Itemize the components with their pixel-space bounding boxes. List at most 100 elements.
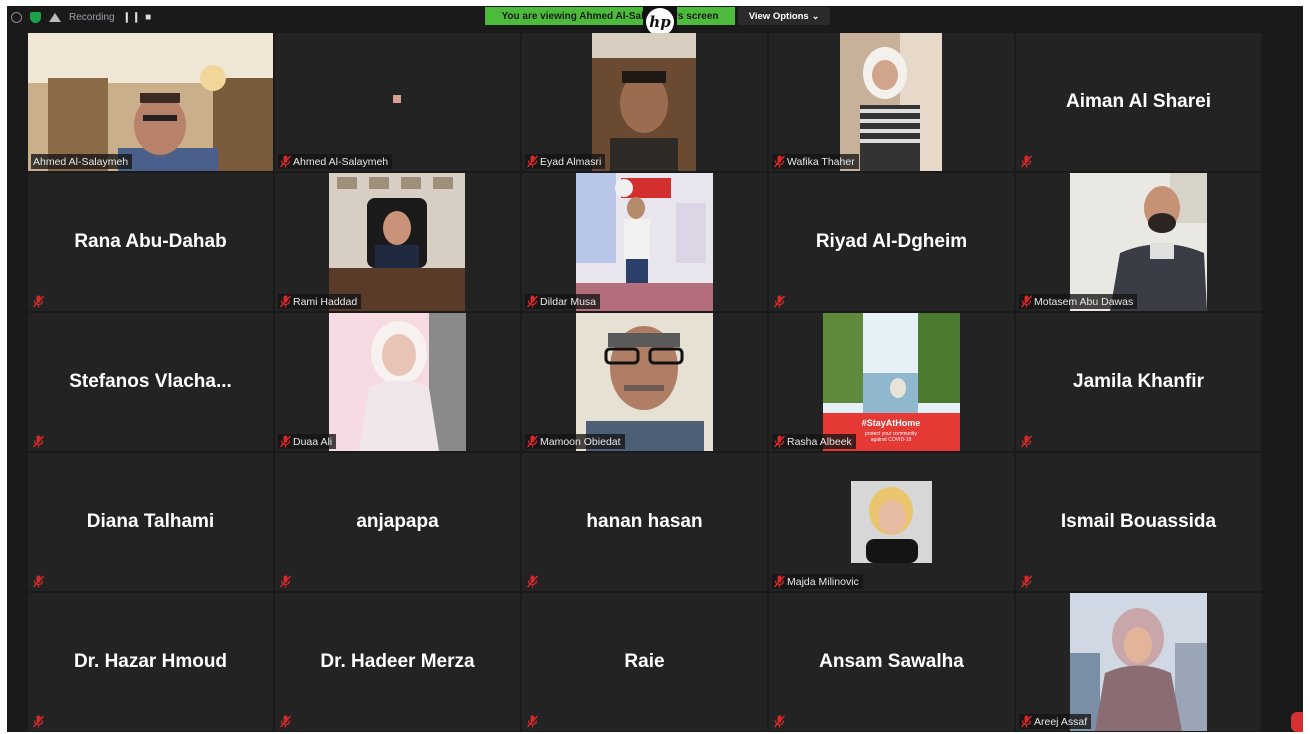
participant-name: Dildar Musa <box>540 295 597 308</box>
participant-tile[interactable]: Duaa Ali <box>275 313 520 451</box>
view-options-label: View Options <box>748 10 809 22</box>
participant-tile[interactable]: #StayAtHome protect your community against… <box>769 313 1014 451</box>
muted-mic-icon <box>279 575 292 588</box>
participant-tile[interactable]: Areej Assaf <box>1016 593 1261 731</box>
participant-name: Motasem Abu Dawas <box>1034 295 1134 308</box>
muted-mic-icon <box>1021 715 1032 728</box>
participant-tile[interactable]: anjapapa <box>275 453 520 591</box>
muted-mic-icon <box>32 715 45 728</box>
muted-mic-icon <box>774 435 785 448</box>
info-icon[interactable] <box>11 11 22 23</box>
participant-name: Eyad Almasri <box>540 155 602 168</box>
participant-tile[interactable]: Majda Milinovic <box>769 453 1014 591</box>
muted-mic-icon <box>527 155 538 168</box>
participant-name: Wafika Thaher <box>787 155 855 168</box>
muted-mic-icon <box>280 295 291 308</box>
participant-name: Areej Assaf <box>1034 715 1088 728</box>
participant-name: Ahmed Al-Salaymeh <box>293 155 389 168</box>
participant-tile[interactable]: hanan hasan <box>522 453 767 591</box>
muted-mic-icon <box>32 295 45 308</box>
participant-tile[interactable]: Dildar Musa <box>522 173 767 311</box>
participant-display-name: Dr. Hadeer Merza <box>320 651 475 672</box>
participant-video <box>576 173 713 311</box>
participant-tile[interactable]: Ahmed Al-Salaymeh <box>28 33 273 171</box>
participant-name-label: Ahmed Al-Salaymeh <box>278 154 393 169</box>
participant-display-name: hanan hasan <box>586 511 703 532</box>
view-options-button[interactable]: View Options ⌄ <box>738 7 830 25</box>
participant-tile[interactable]: Diana Talhami <box>28 453 273 591</box>
stay-at-home-text: #StayAtHome <box>862 418 921 428</box>
avatar <box>393 95 401 103</box>
participant-name-label: Mamoon Obiedat <box>525 434 625 449</box>
muted-mic-icon <box>774 575 785 588</box>
participant-video <box>329 173 465 311</box>
participant-tile[interactable]: Rami Haddad <box>275 173 520 311</box>
muted-mic-icon <box>773 715 786 728</box>
top-bar: Recording ❙❙ ■ You are viewing Ahmed Al-… <box>7 6 1303 38</box>
muted-mic-icon <box>1020 155 1033 168</box>
participant-name: Mamoon Obiedat <box>540 435 621 448</box>
screen-share-banner: You are viewing Ahmed Al-Salaymeh's scre… <box>485 7 735 25</box>
participant-name-label: Eyad Almasri <box>525 154 606 169</box>
muted-mic-icon <box>526 715 539 728</box>
participant-video <box>840 33 942 171</box>
participant-video <box>592 33 696 171</box>
participant-tile[interactable]: Aiman Al Sharei <box>1016 33 1261 171</box>
participant-name-label: Rami Haddad <box>278 294 362 309</box>
muted-mic-icon <box>32 575 45 588</box>
participant-display-name: Aiman Al Sharei <box>1065 91 1211 112</box>
participant-tile[interactable]: Jamila Khanfir <box>1016 313 1261 451</box>
muted-mic-icon <box>774 155 785 168</box>
security-shield-icon[interactable] <box>30 11 41 23</box>
muted-mic-icon <box>279 715 292 728</box>
participant-display-name: Raie <box>624 651 665 672</box>
participant-tile[interactable]: Riyad Al-Dgheim <box>769 173 1014 311</box>
zoom-meeting-window: Recording ❙❙ ■ You are viewing Ahmed Al-… <box>7 6 1303 732</box>
participant-tile[interactable]: Wafika Thaher <box>769 33 1014 171</box>
participant-name-label: Rasha Albeek <box>772 434 856 449</box>
participant-name: Rasha Albeek <box>787 435 852 448</box>
participant-tile[interactable]: Stefanos Vlacha... <box>28 313 273 451</box>
participant-display-name: Stefanos Vlacha... <box>69 371 232 392</box>
participant-name: Ahmed Al-Salaymeh <box>33 155 129 168</box>
recording-label: Recording <box>69 11 115 23</box>
participant-video: #StayAtHome protect your community against… <box>823 313 960 451</box>
participant-display-name: anjapapa <box>356 511 439 532</box>
participant-tile[interactable]: Dr. Hazar Hmoud <box>28 593 273 731</box>
participant-display-name: Diana Talhami <box>86 511 215 532</box>
participant-tile[interactable]: Mamoon Obiedat <box>522 313 767 451</box>
muted-mic-icon <box>280 155 291 168</box>
participant-name-label: Majda Milinovic <box>772 574 863 589</box>
participant-display-name: Riyad Al-Dgheim <box>815 231 968 252</box>
muted-mic-icon <box>773 295 786 308</box>
participant-name: Majda Milinovic <box>787 575 859 588</box>
participant-display-name: Ismail Bouassida <box>1060 511 1217 532</box>
participant-tile[interactable]: Ismail Bouassida <box>1016 453 1261 591</box>
participant-name-label: Wafika Thaher <box>772 154 859 169</box>
participant-tile[interactable]: Dr. Hadeer Merza <box>275 593 520 731</box>
participant-tile[interactable]: Ahmed Al-Salaymeh <box>275 33 520 171</box>
muted-mic-icon <box>32 435 45 448</box>
recording-icon <box>49 12 61 22</box>
participant-video <box>576 313 713 451</box>
participant-tile[interactable]: Motasem Abu Dawas <box>1016 173 1261 311</box>
pause-stop-recording-controls[interactable]: ❙❙ ■ <box>123 12 153 23</box>
participant-tile[interactable]: Eyad Almasri <box>522 33 767 171</box>
participant-display-name: Ansam Sawalha <box>819 651 964 672</box>
participant-video <box>28 33 273 171</box>
participant-tile[interactable]: Ansam Sawalha <box>769 593 1014 731</box>
muted-mic-icon <box>1020 575 1033 588</box>
participant-tile[interactable]: Rana Abu-Dahab <box>28 173 273 311</box>
hp-logo-text: hp <box>646 8 674 36</box>
participant-video <box>1070 173 1207 311</box>
gallery-view: Ahmed Al-Salaymeh Ahmed Al-Salaymeh Eyad A… <box>28 33 1269 732</box>
participant-display-name: Dr. Hazar Hmoud <box>73 651 228 672</box>
participant-tile[interactable]: Raie <box>522 593 767 731</box>
participant-name-label: Dildar Musa <box>525 294 601 309</box>
leave-meeting-button[interactable] <box>1291 712 1303 732</box>
chevron-down-icon: ⌄ <box>811 10 820 21</box>
participant-name: Duaa Ali <box>293 435 333 448</box>
participant-video <box>851 481 932 563</box>
svg-text:against COVID-19: against COVID-19 <box>871 437 912 443</box>
muted-mic-icon <box>1021 295 1032 308</box>
